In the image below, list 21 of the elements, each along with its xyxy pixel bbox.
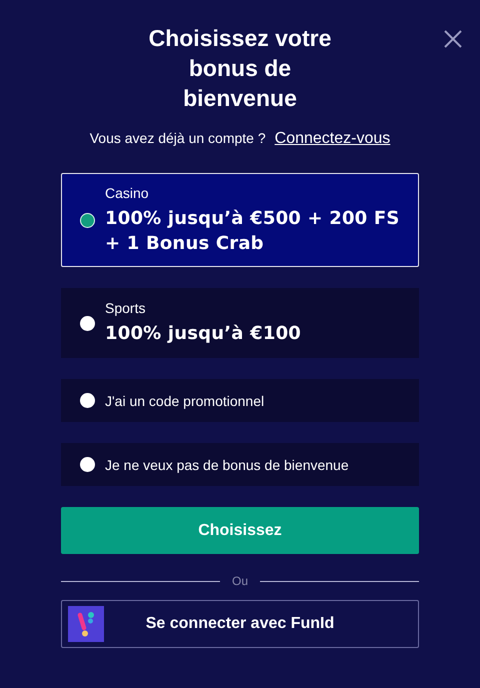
radio-button[interactable]: [80, 393, 95, 408]
bonus-option[interactable]: Je ne veux pas de bonus de bienvenue: [61, 443, 419, 486]
radio-button[interactable]: [80, 212, 95, 228]
modal-title: Choisissez votre bonus de bienvenue: [148, 24, 332, 113]
login-link[interactable]: Connectez-vous: [274, 130, 390, 148]
bonus-offer: 100% jusqu’à €500 + 200 FS + 1 Bonus Crab: [105, 206, 401, 256]
radio-button[interactable]: [80, 457, 95, 472]
radio-button[interactable]: [80, 316, 95, 330]
bonus-offer: 100% jusqu’à €100: [105, 322, 302, 346]
option-label: J'ai un code promotionnel: [105, 392, 264, 408]
bonus-category: Sports: [105, 300, 146, 317]
account-question: Vous avez déjà un compte ?: [90, 130, 266, 146]
divider-label: Ou: [232, 574, 248, 588]
bonus-option[interactable]: Casino 100% jusqu’à €500 + 200 FS + 1 Bonus Crab: [61, 173, 419, 267]
bonus-option[interactable]: J'ai un code promotionnel: [61, 379, 419, 422]
bonus-category: Casino: [105, 184, 150, 202]
option-label: Je ne veux pas de bonus de bienvenue: [105, 456, 349, 472]
bonus-option[interactable]: Sports 100% jusqu’à €100: [61, 288, 419, 358]
funid-button[interactable]: Se connecter avec FunId: [61, 600, 419, 648]
funid-logo-icon: [68, 606, 104, 642]
close-icon[interactable]: [443, 29, 463, 49]
